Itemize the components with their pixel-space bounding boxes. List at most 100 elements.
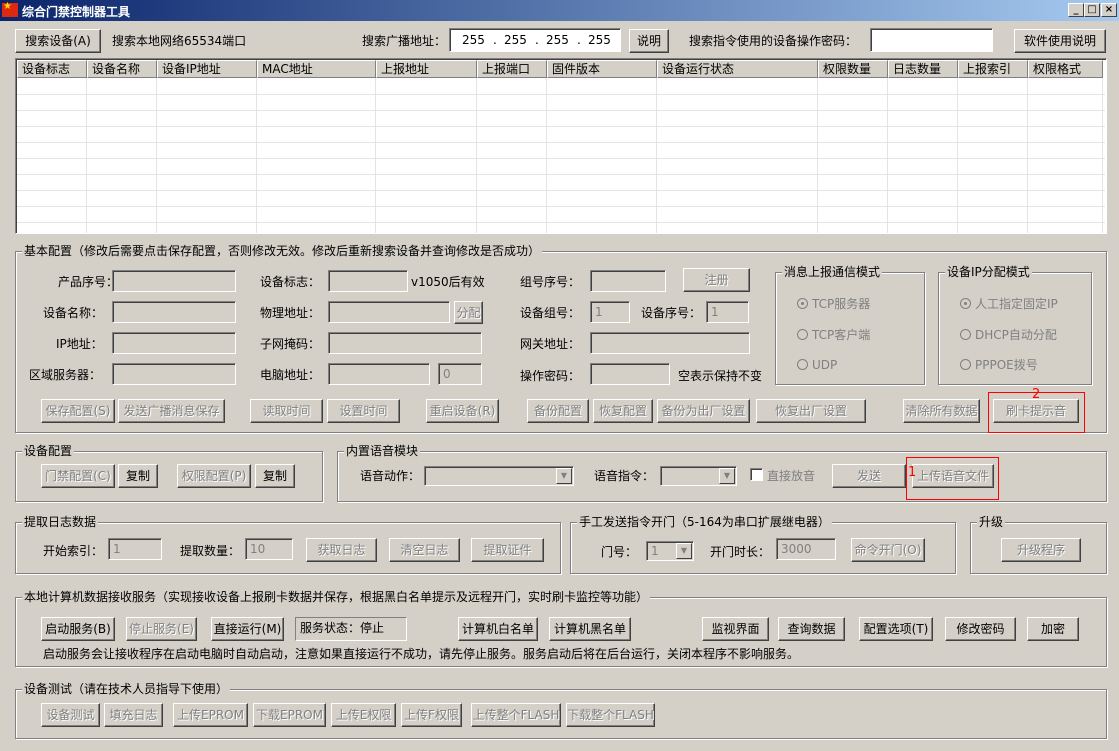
voice-send-button[interactable]: 发送 — [832, 464, 906, 488]
software-manual-button[interactable]: 软件使用说明 — [1014, 29, 1106, 53]
marker-2: 2 — [1032, 387, 1041, 402]
restore-factory-button[interactable]: 恢复出厂设置 — [756, 399, 866, 423]
backup-config-button[interactable]: 备份配置 — [527, 399, 589, 423]
read-time-button[interactable]: 读取时间 — [250, 399, 323, 423]
grid-row-line — [17, 126, 1105, 127]
column-header[interactable]: 上报索引 — [958, 60, 1028, 78]
search-password-input[interactable] — [870, 28, 993, 52]
column-header[interactable]: MAC地址 — [257, 60, 376, 78]
clear-log-button[interactable]: 清空日志 — [389, 538, 460, 562]
open-duration-field[interactable]: 3000 — [776, 538, 836, 560]
direct-play-checkbox[interactable] — [750, 468, 763, 481]
get-log-button[interactable]: 获取日志 — [306, 538, 377, 562]
column-header[interactable]: 设备IP地址 — [157, 60, 257, 78]
maximize-button[interactable]: □ — [1084, 3, 1100, 17]
op-password-field[interactable] — [590, 363, 670, 385]
fill-log-button[interactable]: 填充日志 — [104, 703, 163, 727]
change-password-button[interactable]: 修改密码 — [945, 617, 1016, 641]
column-header[interactable]: 固件版本 — [547, 60, 657, 78]
radio-dhcp[interactable]: DHCP自动分配 — [960, 328, 1057, 342]
search-device-button[interactable]: 搜索设备(A) — [15, 29, 101, 53]
column-header[interactable]: 设备标志 — [17, 60, 87, 78]
command-open-button[interactable]: 命令开门(O) — [851, 538, 925, 562]
subnet-field[interactable] — [328, 332, 482, 354]
group-sn-field[interactable] — [590, 270, 666, 292]
start-service-button[interactable]: 启动服务(B) — [41, 617, 115, 641]
upload-e-permission-button[interactable]: 上传E权限 — [331, 703, 396, 727]
column-header[interactable]: 权限数量 — [818, 60, 888, 78]
radio-icon — [797, 359, 808, 370]
ip-label: IP地址： — [56, 337, 103, 351]
restore-config-button[interactable]: 恢复配置 — [593, 399, 653, 423]
computer-blacklist-button[interactable]: 计算机黑名单 — [549, 617, 631, 641]
backup-factory-button[interactable]: 备份为出厂设置 — [657, 399, 750, 423]
query-data-button[interactable]: 查询数据 — [778, 617, 845, 641]
save-config-button[interactable]: 保存配置(S) — [41, 399, 115, 423]
register-button[interactable]: 注册 — [683, 268, 750, 292]
device-name-field[interactable] — [112, 301, 236, 323]
radio-static-ip[interactable]: 人工指定固定IP — [960, 297, 1058, 311]
start-index-field[interactable]: 1 — [108, 538, 162, 560]
broadcast-save-button[interactable]: 发送广播消息保存 — [118, 399, 225, 423]
minimize-button[interactable]: _ — [1068, 3, 1084, 17]
log-count-field[interactable]: 10 — [245, 538, 293, 560]
assign-mac-button[interactable]: 分配 — [454, 301, 483, 324]
get-certificate-button[interactable]: 提取证件 — [471, 538, 544, 562]
radio-tcp-client[interactable]: TCP客户端 — [797, 328, 870, 342]
gateway-field[interactable] — [590, 332, 750, 354]
column-header[interactable]: 日志数量 — [888, 60, 958, 78]
column-header[interactable]: 上报地址 — [376, 60, 477, 78]
voice-command-select[interactable]: ▼ — [660, 466, 737, 486]
explain-button[interactable]: 说明 — [629, 29, 669, 53]
column-header[interactable]: 权限格式 — [1028, 60, 1103, 78]
monitor-view-button[interactable]: 监视界面 — [702, 617, 769, 641]
subnet-label: 子网掩码： — [260, 337, 321, 351]
device-config-title: 设备配置 — [22, 444, 75, 458]
product-sn-label: 产品序号： — [58, 275, 119, 289]
computer-whitelist-button[interactable]: 计算机白名单 — [458, 617, 538, 641]
device-flag-field[interactable] — [328, 270, 408, 292]
grid-column-line — [476, 78, 477, 233]
door-config-button[interactable]: 门禁配置(C) — [41, 464, 115, 488]
clear-all-data-button[interactable]: 清除所有数据 — [903, 399, 980, 423]
manual-open-title: 手工发送指令开门（5-164为串口扩展继电器） — [577, 515, 832, 529]
copy-permission-config-button[interactable]: 复制 — [255, 464, 295, 488]
upload-flash-button[interactable]: 上传整个FLASH — [471, 703, 561, 727]
device-list[interactable]: 设备标志 设备名称 设备IP地址 MAC地址 上报地址 上报端口 固件版本 设备… — [15, 58, 1107, 234]
pc-address-field[interactable] — [328, 363, 430, 385]
upload-f-permission-button[interactable]: 上传F权限 — [401, 703, 462, 727]
restart-device-button[interactable]: 重启设备(R) — [426, 399, 499, 423]
column-header[interactable]: 设备名称 — [87, 60, 157, 78]
device-sn-field[interactable]: 1 — [706, 301, 749, 323]
close-button[interactable]: × — [1101, 3, 1117, 17]
config-options-button[interactable]: 配置选项(T) — [859, 617, 933, 641]
set-time-button[interactable]: 设置时间 — [327, 399, 400, 423]
upgrade-program-button[interactable]: 升级程序 — [1001, 538, 1081, 562]
column-header[interactable]: 设备运行状态 — [657, 60, 818, 78]
voice-action-select[interactable]: ▼ — [424, 466, 574, 486]
broadcast-address-input[interactable]: 255 . 255 . 255 . 255 — [449, 28, 621, 52]
stop-service-button[interactable]: 停止服务(E) — [126, 617, 197, 641]
device-group-field[interactable]: 1 — [590, 301, 630, 323]
radio-selected-icon — [797, 298, 808, 309]
product-sn-field[interactable] — [112, 270, 236, 292]
device-test-button[interactable]: 设备测试 — [41, 703, 100, 727]
column-header[interactable]: 上报端口 — [477, 60, 547, 78]
zone-server-field[interactable] — [112, 363, 236, 385]
radio-tcp-server[interactable]: TCP服务器 — [797, 297, 870, 311]
upload-eprom-button[interactable]: 上传EPROM — [173, 703, 248, 727]
radio-pppoe[interactable]: PPPOE拨号 — [960, 358, 1038, 372]
permission-config-button[interactable]: 权限配置(P) — [177, 464, 251, 488]
broadcast-label: 搜索广播地址： — [362, 34, 447, 48]
radio-udp[interactable]: UDP — [797, 358, 837, 372]
download-flash-button[interactable]: 下载整个FLASH — [566, 703, 655, 727]
mac-field[interactable] — [328, 301, 450, 323]
encrypt-button[interactable]: 加密 — [1027, 617, 1079, 641]
ip-field[interactable] — [112, 332, 236, 354]
pc-port-field[interactable]: 0 — [438, 363, 482, 385]
download-eprom-button[interactable]: 下载EPROM — [253, 703, 326, 727]
copy-door-config-button[interactable]: 复制 — [118, 464, 158, 488]
door-number-select[interactable]: 1 ▼ — [646, 541, 694, 561]
grid-column-line — [86, 78, 87, 233]
run-direct-button[interactable]: 直接运行(M) — [211, 617, 284, 641]
